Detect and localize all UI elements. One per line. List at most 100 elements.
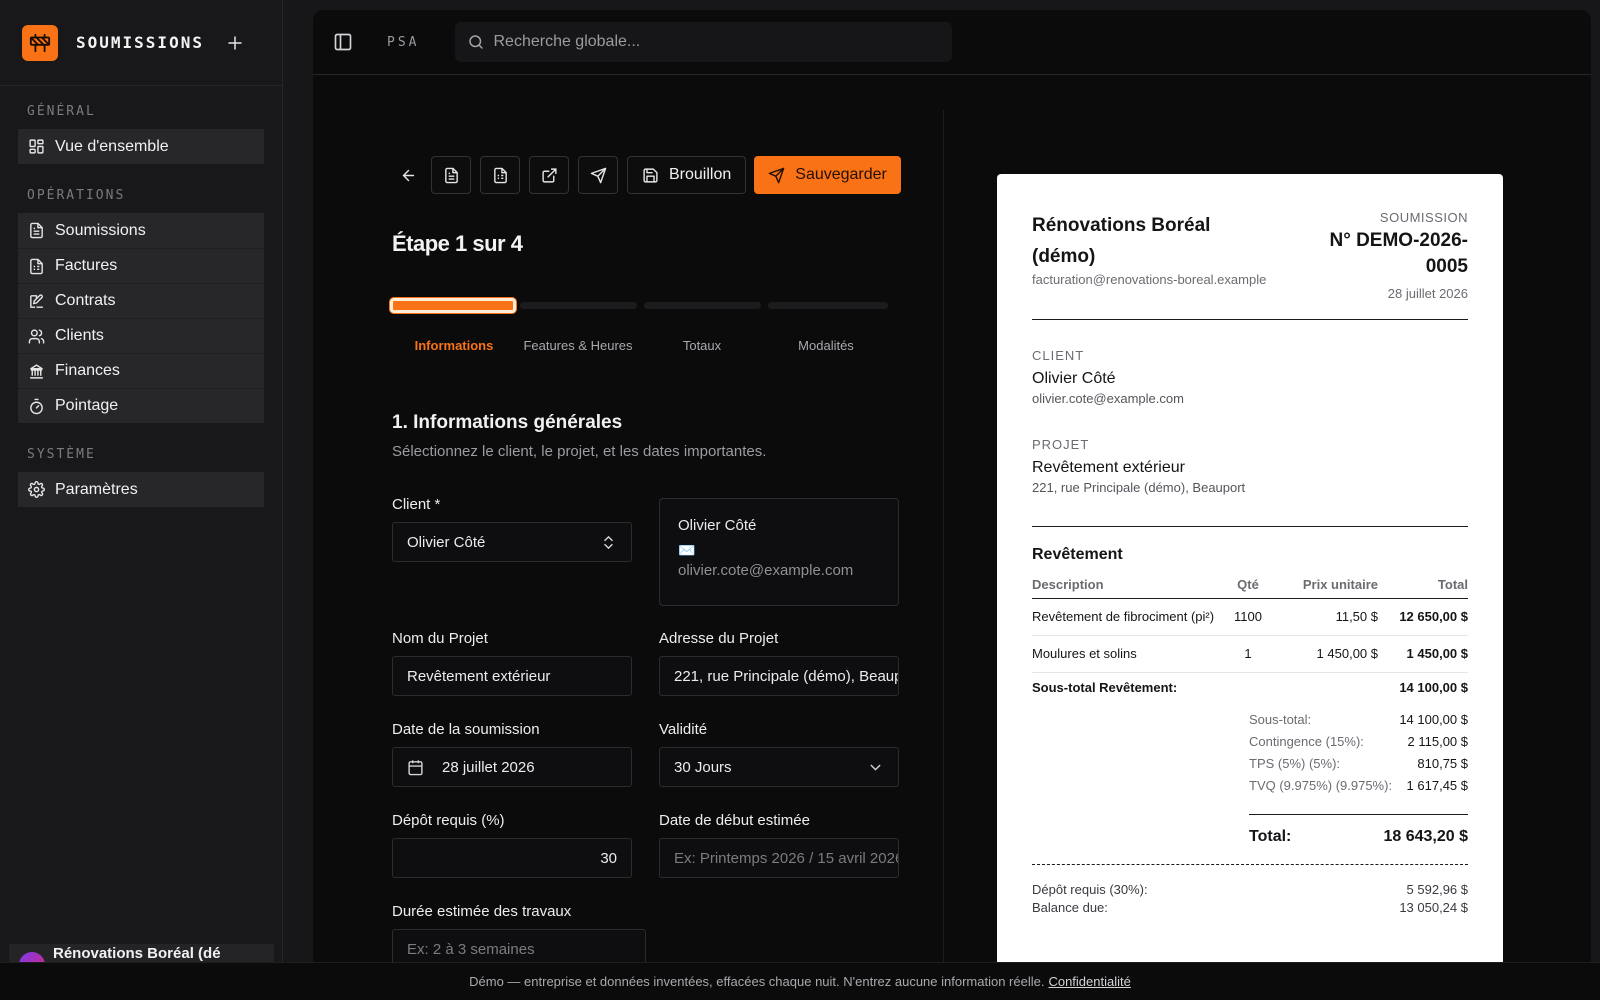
section-subtitle: Sélectionnez le client, le projet, et le… [392, 443, 767, 460]
privacy-link[interactable]: Confidentialité [1048, 974, 1130, 989]
duration-label: Durée estimée des travaux [392, 903, 572, 920]
summary-value: 2 115,00 $ [1407, 734, 1468, 749]
mail-icon: ✉️ [678, 542, 696, 558]
table-header-row: Description Qté Prix unitaire Total [1032, 572, 1468, 599]
column-header: Description [1032, 572, 1218, 599]
tab-modalites[interactable]: Modalités [764, 338, 888, 353]
sidebar-item-contracts[interactable]: Contrats [18, 283, 264, 318]
summary-row: Sous-total: 14 100,00 $ [1249, 712, 1468, 727]
arrow-left-icon [402, 169, 414, 181]
sidebar-item-settings[interactable]: Paramètres [18, 472, 264, 507]
send-icon [768, 167, 785, 183]
total-label: Total: [1249, 828, 1292, 845]
duration-placeholder: Ex: 2 à 3 semaines [407, 940, 535, 958]
project-address-label: Adresse du Projet [659, 630, 779, 647]
client-caption: CLIENT [1032, 348, 1085, 363]
organization-switcher[interactable]: Rénovations Boréal (dé [9, 944, 274, 962]
nav-section-title: SYSTÈME [27, 447, 96, 462]
validity-value: 30 Jours [674, 758, 732, 776]
users-icon [28, 328, 45, 344]
send-button[interactable] [578, 156, 618, 194]
validity-select[interactable]: 30 Jours [659, 747, 899, 787]
external-link-icon [541, 167, 557, 183]
grand-total-row: Total: 18 643,20 $ [1249, 828, 1468, 846]
dashboard-icon [29, 139, 44, 154]
nav-section-title: OPÉRATIONS [27, 188, 126, 203]
brand-logo-icon[interactable] [22, 24, 58, 61]
sidebar: SOUMISSIONS GÉNÉRAL Vue d'ensemble OPÉRA… [0, 0, 283, 1000]
quote-document: Rénovations Boréal (démo) facturation@re… [997, 174, 1503, 962]
quote-date-picker[interactable]: 28 juillet 2026 [392, 747, 632, 787]
quote-preview: Rénovations Boréal (démo) facturation@re… [944, 76, 1591, 962]
quote-date-value: 28 juillet 2026 [442, 758, 535, 776]
sidebar-item-invoices[interactable]: Factures [18, 248, 264, 283]
column-header: Qté [1218, 572, 1278, 599]
calendar-icon [408, 759, 423, 775]
deposit-label: Dépôt requis (30%): [1032, 882, 1148, 897]
dashed-divider [1032, 864, 1468, 865]
wizard-progress [390, 298, 891, 313]
step-title: Étape 1 sur 4 [392, 231, 523, 256]
document-kind: SOUMISSION [1379, 210, 1468, 225]
progress-segment-4[interactable] [768, 302, 888, 309]
new-quote-plus-icon[interactable] [226, 30, 244, 56]
line-unit-price: 1 450,00 $ [1278, 635, 1378, 673]
progress-segment-1[interactable] [390, 298, 516, 313]
line-section-title: Revêtement [1032, 546, 1123, 563]
project-name-input[interactable]: Revêtement extérieur [392, 656, 632, 696]
topbar: PSA Recherche globale... [313, 10, 1591, 75]
line-total: 1 450,00 $ [1378, 635, 1468, 673]
project-address-input[interactable]: 221, rue Principale (démo), Beauport [659, 656, 899, 696]
summary-row: TVQ (9.975%) (9.975%): 1 617,45 $ [1249, 778, 1468, 793]
sidebar-item-quotes[interactable]: Soumissions [18, 213, 264, 248]
section-subtotal-label: Sous-total Revêtement: [1032, 679, 1178, 695]
sidebar-item-clients[interactable]: Clients [18, 318, 264, 353]
summary-row: TPS (5%) (5%): 810,75 $ [1249, 756, 1468, 771]
total-rule [1249, 814, 1468, 815]
brand-header: SOUMISSIONS [0, 0, 282, 86]
search-icon [469, 35, 484, 49]
draft-button[interactable]: Brouillon [627, 156, 747, 194]
organization-name: Rénovations Boréal (dé [53, 945, 221, 962]
sidebar-toggle-icon[interactable] [333, 32, 353, 52]
summary-label: TVQ (9.975%) (9.975%): [1249, 778, 1393, 793]
summary-label: Sous-total: [1249, 712, 1312, 727]
project-name-value: Revêtement extérieur [407, 667, 551, 685]
global-search-input[interactable]: Recherche globale... [455, 22, 953, 62]
back-button[interactable] [393, 160, 423, 190]
sidebar-item-overview[interactable]: Vue d'ensemble [18, 129, 264, 164]
duration-input[interactable]: Ex: 2 à 3 semaines [392, 929, 646, 962]
chevron-down-icon [870, 764, 881, 771]
save-button-label: Sauvegarder [795, 166, 887, 183]
sidebar-item-label: Vue d'ensemble [55, 137, 169, 155]
tab-informations[interactable]: Informations [392, 338, 516, 353]
line-description: Revêtement de fibrociment (pi²) [1032, 598, 1218, 636]
total-value: 18 643,20 $ [1383, 828, 1468, 845]
progress-segment-2[interactable] [520, 302, 637, 309]
client-info-card: Olivier Côté ✉️ olivier.cote@example.com [659, 498, 899, 606]
sidebar-item-label: Finances [55, 362, 120, 379]
deposit-value: 5 592,96 $ [1406, 882, 1468, 897]
line-unit-price: 11,50 $ [1278, 598, 1378, 636]
sidebar-item-finances[interactable]: Finances [18, 353, 264, 388]
line-items-table: Description Qté Prix unitaire Total Revê… [1032, 572, 1468, 702]
section-subtotal-row: Sous-total Revêtement: 14 100,00 $ [1032, 672, 1468, 702]
sidebar-item-timesheet[interactable]: Pointage [18, 388, 264, 423]
table-row: Revêtement de fibrociment (pi²) 1100 11,… [1032, 598, 1468, 636]
client-select[interactable]: Olivier Côté [392, 522, 632, 562]
sidebar-item-label: Pointage [55, 397, 119, 414]
convert-invoice-button[interactable] [480, 156, 520, 194]
save-button[interactable]: Sauvegarder [754, 156, 901, 194]
tab-totaux[interactable]: Totaux [640, 338, 764, 353]
demo-banner-text: Démo — entreprise et données inventées, … [469, 974, 1045, 989]
pdf-preview-button[interactable] [431, 156, 471, 194]
start-date-input[interactable]: Ex: Printemps 2026 / 15 avril 2026 [659, 838, 899, 878]
brand-name: SOUMISSIONS [76, 33, 204, 52]
tab-features-heures[interactable]: Features & Heures [516, 338, 640, 353]
balance-row: Balance due: 13 050,24 $ [1032, 900, 1468, 915]
sidebar-item-label: Clients [55, 327, 104, 344]
sidebar-item-label: Soumissions [55, 221, 146, 239]
open-external-button[interactable] [529, 156, 569, 194]
progress-segment-3[interactable] [644, 302, 761, 309]
deposit-input[interactable]: 30 [392, 838, 632, 878]
